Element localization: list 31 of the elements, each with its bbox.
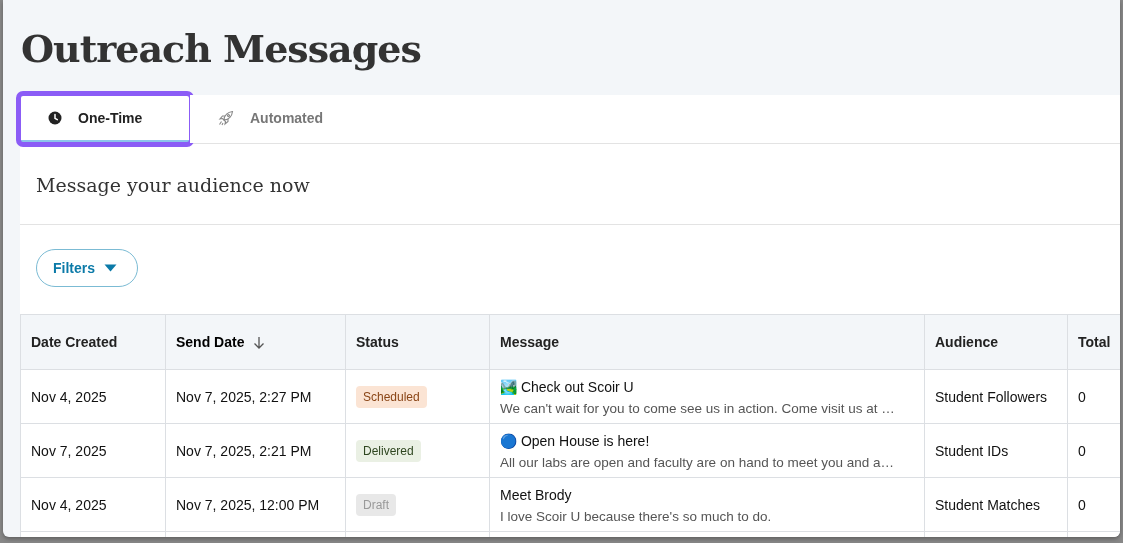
status-badge: Delivered [356,439,421,462]
message-title: 🏞 Check out Scoir U [500,379,635,395]
message-preview: All our labs are open and faculty are on hand to meet you and a… [500,455,895,470]
message-title: 🔵 Open House is here! [500,433,651,449]
message-preview: We can't wait for you to come see us in action. Come visit us at … [500,401,896,416]
caret-icon [104,264,117,272]
table-cell: Student Matches [924,477,1068,532]
column-header[interactable]: Send Date [165,314,346,370]
table-cell: Nov 7, 2025, 2:27 PM [165,369,346,424]
table-cell: Nov 7, 2025 [20,423,166,478]
table-cell: Nov 4, 2025 [20,369,166,424]
table-cell: Student IDs [924,423,1068,478]
column-header[interactable]: Status [345,314,490,370]
column-header[interactable]: Total [1067,314,1120,370]
status-badge: Scheduled [356,385,427,408]
column-header[interactable]: Audience [924,314,1068,370]
table-cell: Nov 7, 2025, 12:00 PM [165,477,346,532]
message-preview: I love Scoir U because there's so much to do. [500,509,773,524]
sort-arrow-icon [253,335,266,349]
rocket-icon [218,109,234,126]
page-title: Outreach Messages [21,28,422,70]
table-cell: Nov 7, 2025, 2:21 PM [165,423,346,478]
table-cell: Nov 4, 2025 [20,477,166,532]
message-title: Meet Brody [500,487,573,503]
column-header[interactable]: Date Created [20,314,166,370]
status-badge: Draft [356,493,396,516]
clock-icon [48,110,62,125]
table-cell: Student Followers [924,369,1068,424]
filters-button[interactable]: Filters [36,249,138,287]
section-heading: Message your audience now [20,144,1120,225]
column-header[interactable]: Message [489,314,925,370]
